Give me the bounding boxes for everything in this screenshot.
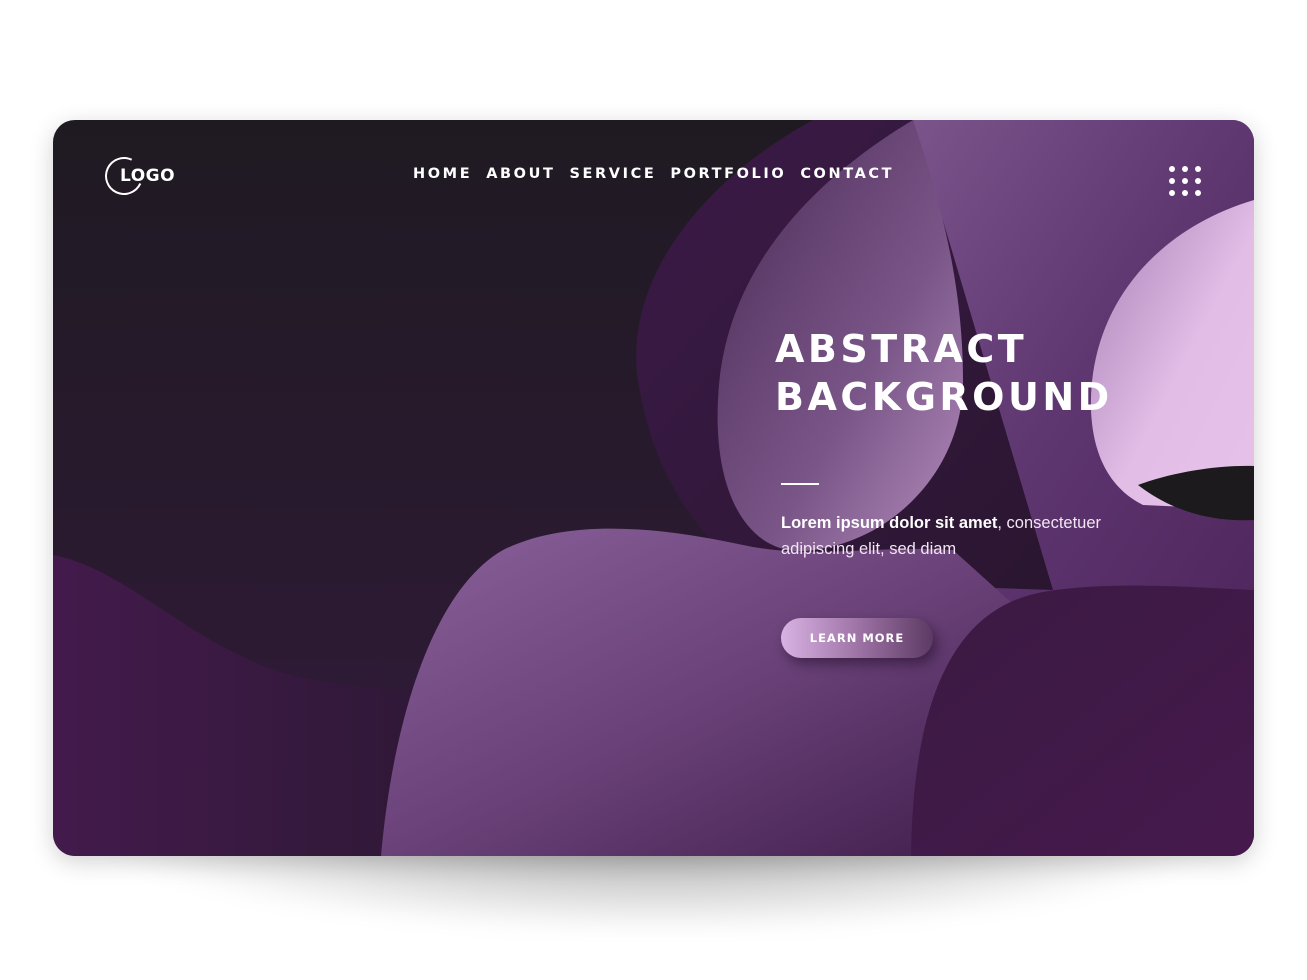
nav-item-about[interactable]: ABOUT bbox=[486, 166, 555, 182]
grid-dots-icon bbox=[1195, 190, 1201, 196]
hero-description: Lorem ipsum dolor sit amet, consectetuer… bbox=[781, 510, 1141, 562]
hero-section: ABSTRACT BACKGROUND Lorem ipsum dolor si… bbox=[775, 325, 1215, 562]
grid-dots-icon bbox=[1169, 190, 1175, 196]
grid-dots-icon bbox=[1182, 178, 1188, 184]
grid-dots-icon bbox=[1182, 166, 1188, 172]
hero-title: ABSTRACT BACKGROUND bbox=[775, 325, 1215, 421]
grid-dots-icon bbox=[1169, 166, 1175, 172]
logo[interactable]: LOGO bbox=[99, 151, 175, 201]
nav-item-contact[interactable]: CONTACT bbox=[800, 166, 894, 182]
hero-title-line2: BACKGROUND bbox=[775, 375, 1113, 419]
nav-item-portfolio[interactable]: PORTFOLIO bbox=[670, 166, 786, 182]
nav-item-service[interactable]: SERVICE bbox=[569, 166, 656, 182]
main-nav: HOME ABOUT SERVICE PORTFOLIO CONTACT bbox=[413, 166, 908, 182]
logo-text: LOGO bbox=[120, 166, 176, 186]
learn-more-button[interactable]: LEARN MORE bbox=[781, 618, 933, 658]
hero-title-line1: ABSTRACT bbox=[775, 327, 1028, 371]
grid-menu-button[interactable] bbox=[1169, 166, 1203, 196]
hero-divider bbox=[781, 483, 819, 485]
grid-dots-icon bbox=[1182, 190, 1188, 196]
grid-dots-icon bbox=[1195, 166, 1201, 172]
landing-card: LOGO HOME ABOUT SERVICE PORTFOLIO CONTAC… bbox=[53, 120, 1254, 856]
hero-description-bold: Lorem ipsum dolor sit amet bbox=[781, 514, 998, 532]
nav-item-home[interactable]: HOME bbox=[413, 166, 472, 182]
grid-dots-icon bbox=[1169, 178, 1175, 184]
grid-dots-icon bbox=[1195, 178, 1201, 184]
